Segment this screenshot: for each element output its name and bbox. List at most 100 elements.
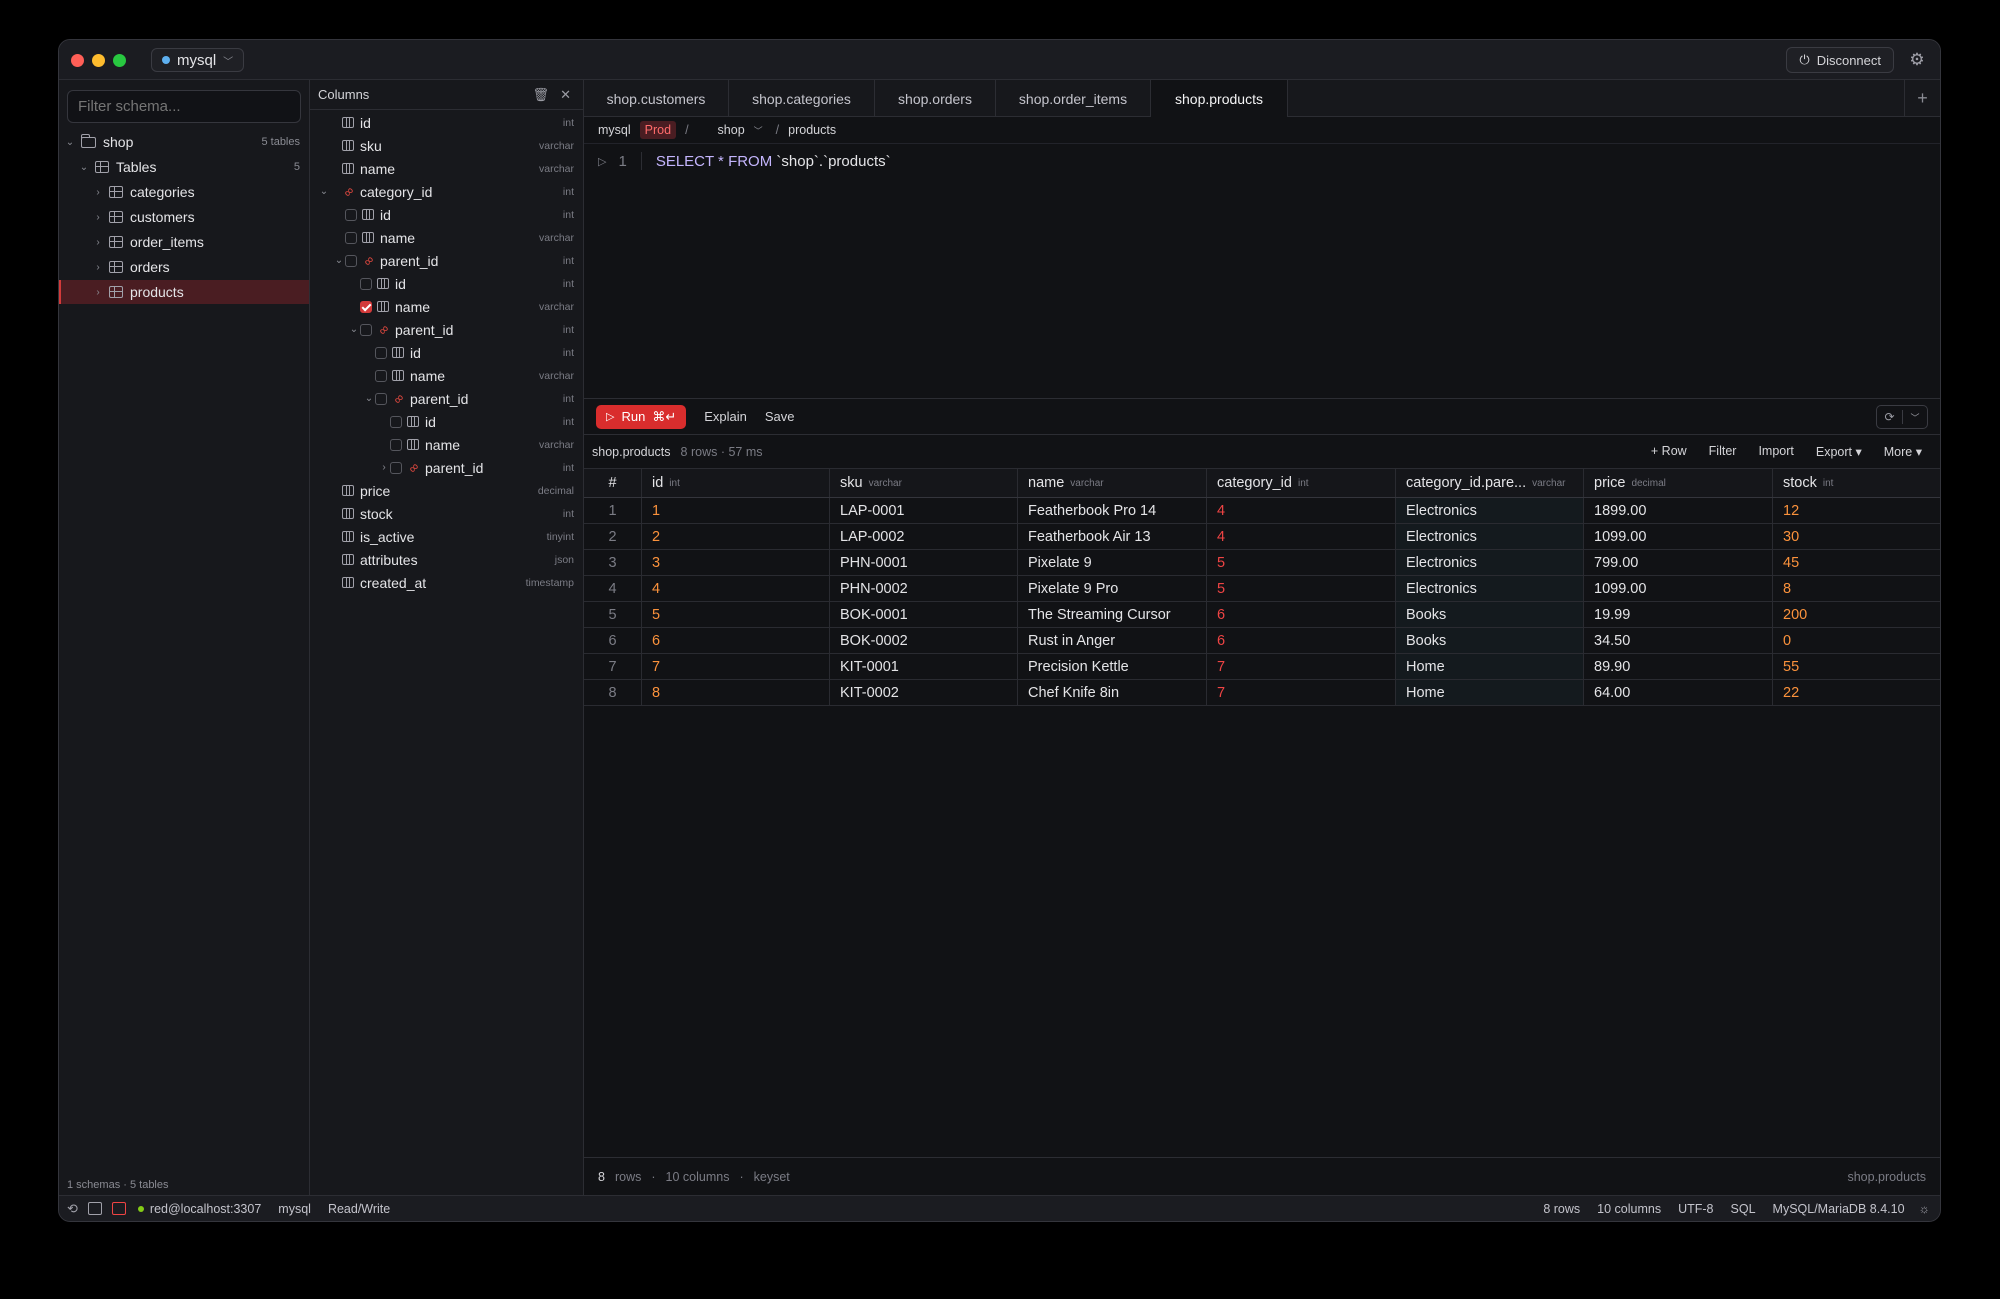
grid-cell[interactable]: Home [1396, 680, 1584, 705]
table-row[interactable]: 6 6 BOK-0002 Rust in Anger 6 Books 34.50 0 [584, 628, 1940, 654]
column-checkbox[interactable] [345, 208, 357, 221]
result-action-button[interactable]: Import [1758, 444, 1793, 459]
grid-cell[interactable]: 6 [584, 628, 642, 653]
table-row[interactable]: 2 2 LAP-0002 Featherbook Air 13 4 Electronics… [584, 524, 1940, 550]
column-checkbox[interactable] [345, 231, 357, 244]
chevron-down-icon[interactable]: ⌄ [318, 186, 330, 197]
grid-cell[interactable]: 5 [1207, 550, 1396, 575]
column-header[interactable]: # [584, 469, 642, 497]
theme-icon[interactable]: ☼ [1919, 1202, 1930, 1216]
column-checkbox[interactable] [375, 369, 387, 382]
column-checkbox[interactable] [390, 461, 402, 474]
table-row[interactable]: 5 5 BOK-0001 The Streaming Cursor 6 Books 19.9… [584, 602, 1940, 628]
grid-cell[interactable]: Featherbook Pro 14 [1018, 498, 1207, 523]
grid-cell[interactable]: Home [1396, 654, 1584, 679]
tree-table-orders[interactable]: › orders [59, 255, 309, 279]
grid-cell[interactable]: 7 [1207, 654, 1396, 679]
column-checkbox[interactable] [360, 323, 372, 336]
chevron-right-icon[interactable]: › [378, 462, 390, 473]
column-checkbox[interactable] [360, 277, 372, 290]
grid-cell[interactable]: 799.00 [1584, 550, 1773, 575]
column-tree-item[interactable]: name varchar [310, 226, 584, 249]
trash-icon[interactable]: 🗑 [532, 87, 549, 103]
tree-table-categories[interactable]: › categories [59, 180, 309, 204]
grid-cell[interactable]: 89.90 [1584, 654, 1773, 679]
column-tree-item[interactable]: id int [310, 272, 584, 295]
column-tree-item[interactable]: name varchar [310, 295, 584, 318]
tree-table-order-items[interactable]: › order_items [59, 230, 309, 254]
column-tree-item[interactable]: sku varchar [310, 134, 584, 157]
grid-cell[interactable]: 1099.00 [1584, 576, 1773, 601]
grid-cell[interactable]: 3 [584, 550, 642, 575]
grid-cell[interactable]: Books [1396, 628, 1584, 653]
grid-cell[interactable]: 0 [1773, 628, 1940, 653]
column-tree-item[interactable]: id int [310, 111, 584, 134]
column-tree-item[interactable]: ⌄ ∞ parent_id int [310, 387, 584, 410]
chevron-down-icon[interactable]: ﹀ [1903, 411, 1927, 424]
close-window-button[interactable] [71, 54, 84, 67]
grid-cell[interactable]: 200 [1773, 602, 1940, 627]
grid-cell[interactable]: 1899.00 [1584, 498, 1773, 523]
grid-cell[interactable]: The Streaming Cursor [1018, 602, 1207, 627]
column-tree-item[interactable]: is_active tinyint [310, 525, 584, 548]
grid-cell[interactable]: Pixelate 9 [1018, 550, 1207, 575]
grid-cell[interactable]: 3 [642, 550, 830, 575]
tab-shop-customers[interactable]: shop.customers [584, 80, 729, 117]
column-header[interactable]: stock int [1773, 469, 1940, 497]
column-header[interactable]: price decimal [1584, 469, 1773, 497]
grid-cell[interactable]: 22 [1773, 680, 1940, 705]
table-row[interactable]: 4 4 PHN-0002 Pixelate 9 Pro 5 Electronics 1099… [584, 576, 1940, 602]
grid-cell[interactable]: PHN-0002 [830, 576, 1018, 601]
run-line-icon[interactable]: ▷ [598, 155, 606, 168]
grid-cell[interactable]: 4 [1207, 498, 1396, 523]
grid-cell[interactable]: 5 [1207, 576, 1396, 601]
grid-cell[interactable]: 8 [1773, 576, 1940, 601]
column-tree-item[interactable]: ⌄ ∞ parent_id int [310, 249, 584, 272]
new-tab-plus-icon[interactable]: + [1904, 80, 1940, 117]
grid-cell[interactable]: Rust in Anger [1018, 628, 1207, 653]
grid-cell[interactable]: 12 [1773, 498, 1940, 523]
column-header[interactable]: name varchar [1018, 469, 1207, 497]
explain-button[interactable]: Explain [704, 409, 747, 424]
grid-cell[interactable]: 4 [642, 576, 830, 601]
grid-cell[interactable]: Books [1396, 602, 1584, 627]
grid-cell[interactable]: 45 [1773, 550, 1940, 575]
column-tree-item[interactable]: ⌄ ∞ parent_id int [310, 318, 584, 341]
column-tree-item[interactable]: name varchar [310, 157, 584, 180]
column-tree-item[interactable]: name varchar [310, 433, 584, 456]
grid-cell[interactable]: LAP-0001 [830, 498, 1018, 523]
column-tree-item[interactable]: id int [310, 410, 584, 433]
column-header[interactable]: category_id int [1207, 469, 1396, 497]
column-tree-item[interactable]: ⌄ ∞ category_id int [310, 180, 584, 203]
disconnect-button[interactable]: ⏻ Disconnect [1786, 47, 1894, 73]
close-icon[interactable]: ✕ [560, 87, 571, 103]
grid-cell[interactable]: 4 [1207, 524, 1396, 549]
column-tree-item[interactable]: stock int [310, 502, 584, 525]
grid-cell[interactable]: LAP-0002 [830, 524, 1018, 549]
grid-cell[interactable]: 1 [584, 498, 642, 523]
column-tree-item[interactable]: id int [310, 203, 584, 226]
minimize-window-button[interactable] [92, 54, 105, 67]
grid-cell[interactable]: 6 [1207, 602, 1396, 627]
database-selector[interactable]: mysql ﹀ [151, 48, 245, 72]
grid-cell[interactable]: BOK-0001 [830, 602, 1018, 627]
sidebar-toggle-icon[interactable] [87, 1202, 102, 1215]
column-tree-item[interactable]: › ∞ parent_id int [310, 456, 584, 479]
settings-button[interactable]: ⚙ [1906, 49, 1928, 71]
grid-cell[interactable]: Electronics [1396, 576, 1584, 601]
column-checkbox[interactable] [360, 300, 372, 313]
result-action-button[interactable]: Export ▾ [1816, 444, 1862, 459]
chevron-down-icon[interactable]: ⌄ [333, 255, 345, 266]
grid-cell[interactable]: Chef Knife 8in [1018, 680, 1207, 705]
tree-database-shop[interactable]: ⌄ shop 5 tables [59, 130, 309, 154]
grid-cell[interactable]: 4 [584, 576, 642, 601]
column-header[interactable]: id int [642, 469, 830, 497]
table-row[interactable]: 7 7 KIT-0001 Precision Kettle 7 Home 89.90 55 [584, 654, 1940, 680]
tree-group-tables[interactable]: ⌄ Tables 5 [59, 155, 309, 179]
grid-cell[interactable]: 2 [584, 524, 642, 549]
table-row[interactable]: 3 3 PHN-0001 Pixelate 9 5 Electronics 799.00 45 [584, 550, 1940, 576]
grid-cell[interactable]: Electronics [1396, 524, 1584, 549]
grid-cell[interactable]: Electronics [1396, 550, 1584, 575]
tab-shop-orders[interactable]: shop.orders [875, 80, 996, 117]
result-action-button[interactable]: More ▾ [1884, 444, 1922, 459]
